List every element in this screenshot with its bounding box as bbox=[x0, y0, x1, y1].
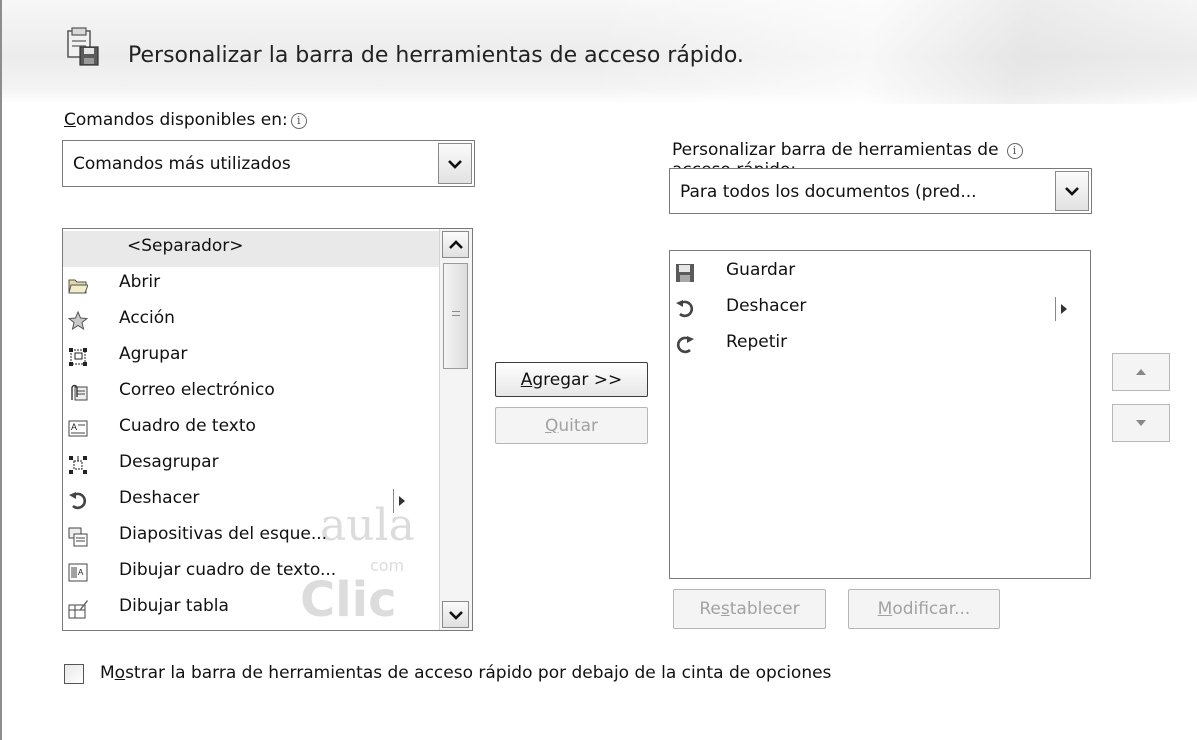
list-item[interactable]: Desagrupar bbox=[63, 447, 472, 483]
watermark-line3: Clic bbox=[300, 572, 397, 628]
reset-mnemonic: s bbox=[720, 599, 730, 619]
move-down-button[interactable] bbox=[1112, 404, 1170, 442]
commands-source-dropdown[interactable]: Comandos más utilizados bbox=[62, 140, 475, 187]
list-item[interactable]: Agrupar bbox=[63, 339, 472, 375]
triangle-up-icon bbox=[1136, 369, 1146, 375]
list-item-label: Abrir bbox=[119, 272, 161, 292]
list-item-label: Deshacer bbox=[726, 296, 807, 316]
add-mnemonic: A bbox=[520, 369, 533, 390]
list-item[interactable]: Guardar bbox=[670, 255, 1090, 291]
scroll-thumb[interactable] bbox=[443, 263, 468, 369]
available-commands-label: Comandos disponibles en: i bbox=[64, 110, 307, 130]
remove-button[interactable]: Quitar bbox=[495, 407, 648, 444]
list-item-label: Desagrupar bbox=[119, 452, 219, 472]
add-button[interactable]: Agregar >> bbox=[495, 362, 648, 397]
add-label: gregar >> bbox=[532, 369, 623, 390]
reset-label-a: Re bbox=[699, 599, 721, 619]
draw-text-box-icon: A bbox=[68, 563, 88, 582]
list-item-label: Cuadro de texto bbox=[119, 416, 256, 436]
list-item[interactable]: Correo electrónico bbox=[63, 375, 472, 411]
email-attachment-icon bbox=[71, 384, 88, 401]
list-item[interactable]: A Cuadro de texto bbox=[63, 411, 472, 447]
undo-icon bbox=[69, 492, 87, 510]
remove-mnemonic: Q bbox=[545, 415, 559, 436]
list-item-label: Dibujar tabla bbox=[119, 596, 229, 616]
list-item-label: <Separador> bbox=[127, 236, 244, 256]
group-icon bbox=[69, 348, 87, 366]
svg-text:A: A bbox=[71, 422, 77, 432]
list-item-label: Guardar bbox=[726, 260, 796, 280]
outline-slides-icon bbox=[68, 527, 88, 547]
move-up-button[interactable] bbox=[1112, 353, 1170, 391]
list-item-label: Repetir bbox=[726, 332, 788, 352]
label-text: omandos disponibles en: bbox=[75, 110, 288, 130]
documents-scope-dropdown[interactable]: Para todos los documentos (pred... bbox=[669, 168, 1092, 214]
modify-label: odificar... bbox=[892, 599, 971, 619]
draw-table-icon bbox=[68, 600, 88, 619]
remove-label: uitar bbox=[558, 415, 598, 436]
list-item-label: Deshacer bbox=[119, 488, 200, 508]
dialog-title: Personalizar la barra de herramientas de… bbox=[128, 43, 744, 68]
triangle-down-icon bbox=[1136, 420, 1146, 426]
quick-access-toolbar-icon bbox=[67, 27, 99, 66]
open-folder-icon bbox=[68, 279, 88, 294]
save-icon bbox=[676, 264, 694, 282]
list-item[interactable]: Abrir bbox=[63, 267, 472, 303]
dropdown-arrow-button[interactable] bbox=[438, 143, 472, 184]
modify-button[interactable]: Modificar... bbox=[848, 589, 1000, 629]
text-box-icon: A bbox=[68, 420, 88, 437]
chevron-up-icon bbox=[448, 239, 463, 249]
checkbox-mnemonic: o bbox=[114, 663, 126, 683]
dropdown-value: Para todos los documentos (pred... bbox=[680, 182, 977, 202]
window-left-border bbox=[0, 0, 2, 740]
list-item-label: Acción bbox=[119, 308, 175, 328]
list-item[interactable]: Deshacer bbox=[670, 291, 1090, 327]
submenu-arrow-icon bbox=[1061, 304, 1067, 314]
action-star-icon bbox=[68, 311, 88, 331]
svg-text:A: A bbox=[78, 568, 84, 577]
show-below-ribbon-checkbox[interactable] bbox=[64, 664, 84, 684]
list-item[interactable]: Acción bbox=[63, 303, 472, 339]
dropdown-arrow-button[interactable] bbox=[1055, 171, 1089, 211]
reset-label-b: tablecer bbox=[729, 599, 800, 619]
info-icon: i bbox=[290, 113, 307, 129]
list-item-label: Agrupar bbox=[119, 344, 188, 364]
aulaclic-watermark: aula com Clic bbox=[270, 500, 450, 630]
dropdown-value: Comandos más utilizados bbox=[73, 154, 291, 174]
list-item-label: Correo electrónico bbox=[119, 380, 275, 400]
watermark-line1: aula bbox=[320, 500, 415, 551]
label-mnemonic: C bbox=[64, 110, 76, 130]
show-below-ribbon-label[interactable]: Mostrar la barra de herramientas de acce… bbox=[100, 663, 831, 683]
reset-button[interactable]: Re s tablecer bbox=[673, 589, 826, 629]
ungroup-icon bbox=[69, 456, 87, 474]
chevron-down-icon bbox=[1065, 187, 1079, 196]
undo-icon bbox=[676, 300, 694, 318]
redo-icon bbox=[676, 336, 694, 354]
checkbox-label-b: strar la barra de herramientas de acceso… bbox=[125, 663, 832, 683]
list-item[interactable]: <Separador> bbox=[63, 231, 440, 267]
list-item[interactable]: Repetir bbox=[670, 327, 1090, 363]
info-icon: i bbox=[1006, 143, 1023, 159]
chevron-down-icon bbox=[448, 159, 462, 169]
toolbar-commands-list[interactable]: Guardar Deshacer Repetir bbox=[669, 250, 1091, 579]
modify-mnemonic: M bbox=[877, 599, 893, 619]
checkbox-label-a: M bbox=[100, 663, 115, 683]
label-line1: Personalizar barra de herramientas de bbox=[672, 140, 999, 160]
scroll-up-button[interactable] bbox=[442, 231, 469, 258]
submenu-separator bbox=[1055, 297, 1056, 321]
chevron-down-icon bbox=[448, 610, 463, 620]
